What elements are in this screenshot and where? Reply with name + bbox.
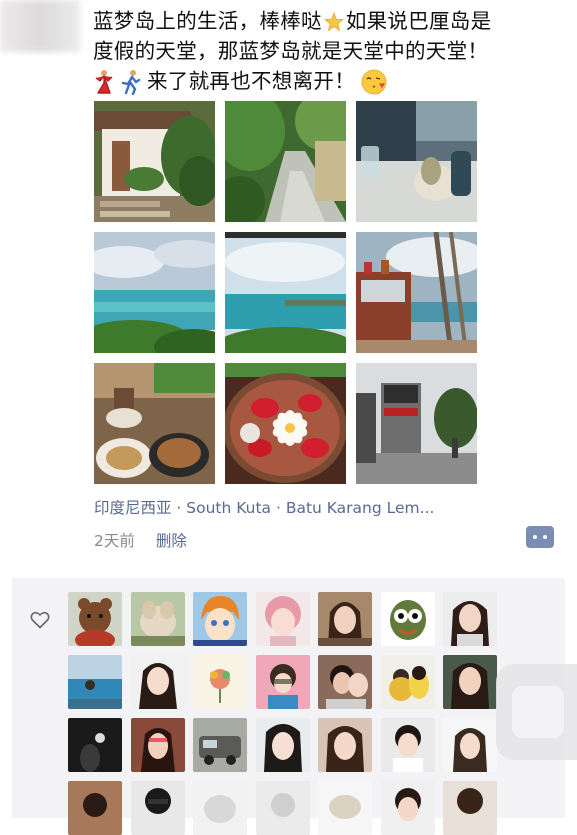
liker-avatar[interactable] — [380, 592, 435, 646]
dancer-emoji-icon — [95, 70, 113, 94]
liker-avatar[interactable] — [443, 781, 497, 835]
floating-assistive-button[interactable] — [496, 664, 577, 760]
liker-avatar[interactable] — [130, 781, 185, 835]
liker-avatar[interactable] — [443, 655, 497, 709]
post-time: 2天前 — [94, 532, 135, 550]
post-line-3: 来了就再也不想离开！ — [93, 66, 563, 96]
liker-avatar[interactable] — [443, 592, 497, 646]
post-line-1a: 蓝梦岛上的生活，棒棒哒 — [93, 9, 322, 33]
liker-avatar[interactable] — [380, 718, 435, 772]
post-text: 蓝梦岛上的生活，棒棒哒 如果说巴厘岛是 度假的天堂，那蓝梦岛就是天堂中的天堂！ 来… — [93, 6, 563, 96]
liker-avatar[interactable] — [255, 781, 310, 835]
liker-avatar[interactable] — [130, 718, 185, 772]
liker-avatar[interactable] — [380, 655, 435, 709]
location-link[interactable]: 印度尼西亚 · South Kuta · Batu Karang Lem... — [94, 496, 434, 518]
liker-avatar[interactable] — [68, 592, 122, 646]
liker-avatar[interactable] — [318, 718, 372, 772]
delete-link[interactable]: 删除 — [156, 532, 187, 550]
photo-sea-horizon-coast[interactable] — [225, 232, 346, 353]
liker-avatar[interactable] — [68, 781, 122, 835]
liker-avatar[interactable] — [255, 592, 310, 646]
comment-dots-icon[interactable] — [526, 526, 554, 548]
liker-avatar[interactable] — [255, 655, 310, 709]
post-line-3-text: 来了就再也不想离开！ — [147, 69, 355, 93]
photo-balcony-sea-view[interactable] — [356, 232, 477, 353]
liker-avatar[interactable] — [318, 781, 372, 835]
star-emoji-icon — [323, 12, 344, 32]
liker-avatar[interactable] — [255, 718, 310, 772]
liker-avatar[interactable] — [380, 781, 435, 835]
liker-avatar[interactable] — [318, 592, 372, 646]
liker-avatar[interactable] — [68, 718, 122, 772]
photo-street-shop-sign[interactable] — [356, 363, 477, 484]
post-meta-row: 2天前 删除 — [94, 529, 203, 551]
photo-cafe-table-drink[interactable] — [356, 101, 477, 222]
photo-stone-path-garden[interactable] — [225, 101, 346, 222]
liker-avatar[interactable] — [443, 718, 497, 772]
liker-avatar[interactable] — [193, 592, 247, 646]
photo-cloudy-sea-bay[interactable] — [94, 232, 215, 353]
liker-avatar[interactable] — [193, 655, 247, 709]
photo-frangipani-flower-bowl[interactable] — [225, 363, 346, 484]
liker-avatar[interactable] — [193, 781, 247, 835]
post-line-1: 蓝梦岛上的生活，棒棒哒 如果说巴厘岛是 — [93, 6, 563, 36]
liker-avatar[interactable] — [68, 655, 122, 709]
heart-outline-icon — [30, 611, 50, 629]
photo-villa-with-garden[interactable] — [94, 101, 215, 222]
liker-avatar[interactable] — [130, 592, 185, 646]
running-person-emoji-icon — [121, 70, 141, 95]
liker-avatar[interactable] — [318, 655, 372, 709]
photo-grid — [94, 101, 477, 484]
poster-avatar[interactable] — [0, 0, 80, 52]
post-line-2: 度假的天堂，那蓝梦岛就是天堂中的天堂！ — [93, 39, 489, 63]
kissing-face-emoji-icon — [361, 69, 387, 95]
post-line-1b: 如果说巴厘岛是 — [345, 9, 492, 33]
liker-avatar[interactable] — [130, 655, 185, 709]
photo-breakfast-plates[interactable] — [94, 363, 215, 484]
liker-avatar[interactable] — [193, 718, 247, 772]
liker-avatars — [68, 592, 497, 835]
